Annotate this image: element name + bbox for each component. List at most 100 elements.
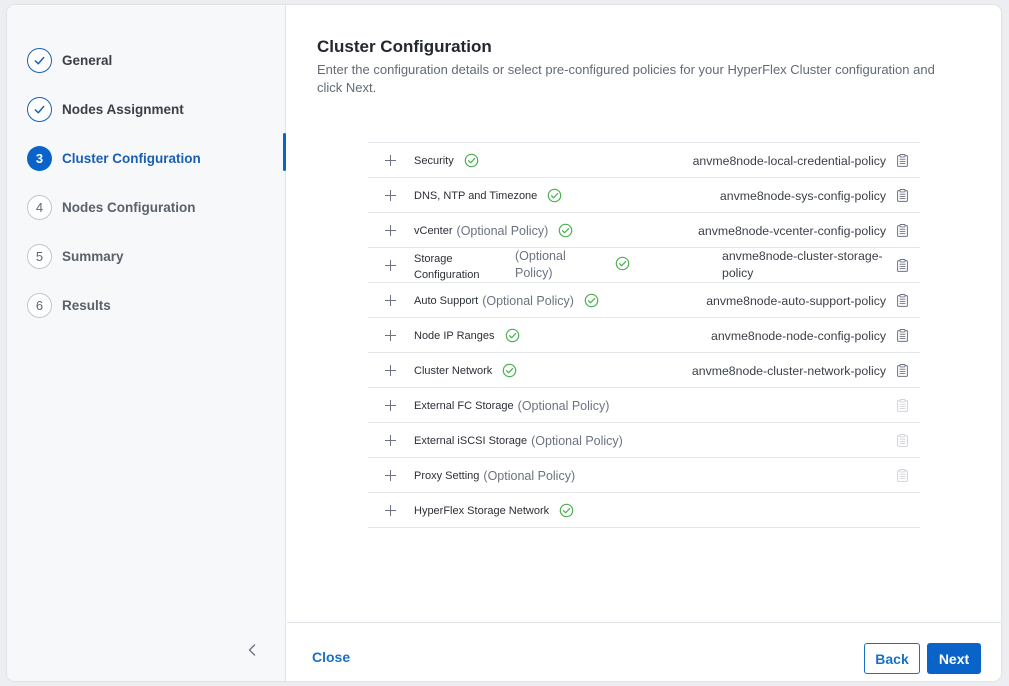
optional-tag: (Optional Policy) [517, 398, 610, 413]
policy-name-group: External iSCSI Storage (Optional Policy) [414, 423, 623, 458]
step-label: Results [62, 297, 111, 313]
plus-icon[interactable] [385, 260, 396, 271]
next-button[interactable]: Next [927, 643, 981, 674]
back-button[interactable]: Back [864, 643, 920, 674]
policy-row[interactable]: External FC Storage (Optional Policy) [368, 388, 920, 423]
clipboard-icon [897, 434, 908, 447]
step-nodes-assignment[interactable]: Nodes Assignment [27, 96, 184, 122]
policy-name: vCenter [414, 224, 453, 237]
policy-name: Cluster Network [414, 364, 493, 377]
step-cluster-configuration[interactable]: 3 Cluster Configuration [27, 145, 201, 171]
collapse-sidebar-button[interactable] [245, 643, 259, 657]
chevron-left-icon [248, 644, 256, 656]
check-circle-icon [559, 503, 574, 518]
policy-name: Proxy Setting [414, 469, 480, 482]
policy-name: External iSCSI Storage [414, 434, 528, 447]
policy-value-line1: anvme8node-cluster-storage- [722, 249, 883, 263]
policy-name-line1: Storage [414, 253, 453, 265]
plus-icon[interactable] [385, 400, 396, 411]
policy-value: anvme8node-sys-config-policy [719, 188, 886, 203]
clipboard-icon[interactable] [897, 259, 908, 272]
policy-value: anvme8node-auto-support-policy [706, 293, 886, 308]
policy-name: External FC Storage [414, 399, 514, 412]
optional-tag-line2: Policy) [515, 266, 553, 280]
step-general[interactable]: General [27, 47, 112, 73]
active-step-indicator [283, 133, 286, 171]
step-label: Summary [62, 248, 124, 264]
policy-name: Node IP Ranges [414, 329, 495, 342]
plus-icon[interactable] [385, 190, 396, 201]
wizard-window: General Nodes Assignment 3 Cluster Confi… [7, 5, 1001, 681]
policy-row[interactable]: Proxy Setting (Optional Policy) [368, 458, 920, 493]
plus-icon[interactable] [385, 505, 396, 516]
policy-name: Storage Configuration [414, 251, 479, 283]
clipboard-icon[interactable] [897, 154, 908, 167]
policy-name: Auto Support [414, 294, 479, 307]
plus-icon[interactable] [385, 330, 396, 341]
optional-tag: (Optional Policy) [456, 223, 549, 238]
policy-name: HyperFlex Storage Network [414, 504, 550, 517]
policy-name-group: Cluster Network [414, 353, 517, 388]
plus-icon[interactable] [385, 225, 396, 236]
policy-value: anvme8node-cluster-network-policy [691, 363, 886, 378]
step-label: Nodes Configuration [62, 199, 196, 215]
policy-name-group: Proxy Setting (Optional Policy) [414, 458, 575, 493]
policy-row[interactable]: Node IP Ranges anvme8node-node-config-pol… [368, 318, 920, 353]
plus-icon[interactable] [385, 365, 396, 376]
policy-name-group: Node IP Ranges [414, 318, 520, 353]
check-icon [27, 47, 52, 73]
clipboard-icon [897, 469, 908, 482]
policy-row[interactable]: DNS, NTP and Timezone anvme8node-sys-conf… [368, 178, 920, 213]
policy-value: anvme8node-node-config-policy [711, 328, 886, 343]
step-nodes-configuration[interactable]: 4 Nodes Configuration [27, 194, 196, 220]
clipboard-icon[interactable] [897, 294, 908, 307]
policy-row[interactable]: vCenter (Optional Policy) anvme8node-vcent… [368, 213, 920, 248]
policy-name-group: External FC Storage (Optional Policy) [414, 388, 609, 423]
policy-value: anvme8node-cluster-storage-policy [722, 248, 883, 282]
policy-row[interactable]: Auto Support (Optional Policy) anvme8node-… [368, 283, 920, 318]
policy-name-group: Security [414, 143, 479, 178]
optional-tag: (Optional Policy) [483, 468, 576, 483]
check-circle-icon [464, 153, 479, 168]
policy-value-line2: policy [722, 266, 754, 280]
clipboard-icon[interactable] [897, 189, 908, 202]
step-label: General [62, 52, 113, 68]
check-circle-icon [547, 188, 562, 203]
step-results[interactable]: 6 Results [27, 292, 111, 318]
step-number: 4 [27, 194, 52, 220]
plus-icon[interactable] [385, 435, 396, 446]
clipboard-icon[interactable] [897, 364, 908, 377]
optional-tag-line1: (Optional [515, 249, 566, 263]
plus-icon[interactable] [385, 295, 396, 306]
close-button[interactable]: Close [312, 649, 350, 665]
policy-list: Security anvme8node-local-credential-poli… [368, 142, 920, 528]
optional-tag: (Optional Policy) [515, 248, 566, 282]
optional-tag: (Optional Policy) [482, 293, 574, 308]
step-number: 6 [27, 292, 52, 318]
clipboard-icon [897, 399, 908, 412]
clipboard-icon[interactable] [897, 329, 908, 342]
plus-icon[interactable] [385, 470, 396, 481]
page-description: Enter the configuration details or selec… [317, 62, 935, 95]
policy-row[interactable]: HyperFlex Storage Network [368, 493, 920, 528]
policy-row[interactable]: Storage Configuration (Optional Policy) anvm… [368, 248, 920, 283]
policy-row[interactable]: Security anvme8node-local-credential-poli… [368, 143, 920, 178]
policy-name-group: vCenter (Optional Policy) [414, 213, 573, 248]
policy-row[interactable]: External iSCSI Storage (Optional Policy) [368, 423, 920, 458]
wizard-sidebar: General Nodes Assignment 3 Cluster Confi… [7, 5, 286, 681]
step-label: Cluster Configuration [62, 150, 201, 166]
plus-icon[interactable] [385, 155, 396, 166]
policy-name-group: Auto Support (Optional Policy) [414, 283, 599, 318]
policy-name: Security [414, 154, 454, 167]
clipboard-icon[interactable] [897, 224, 908, 237]
step-number: 3 [27, 145, 52, 171]
optional-tag: (Optional Policy) [531, 433, 623, 448]
policy-name-group: DNS, NTP and Timezone [414, 178, 562, 213]
policy-name: DNS, NTP and Timezone [414, 189, 538, 202]
policy-value: anvme8node-local-credential-policy [692, 153, 886, 168]
step-summary[interactable]: 5 Summary [27, 243, 124, 269]
check-circle-icon [615, 256, 630, 271]
policy-row[interactable]: Cluster Network anvme8node-cluster-networ… [368, 353, 920, 388]
wizard-footer: Close Back Next [287, 622, 1001, 681]
policy-name-line2: Configuration [414, 269, 480, 281]
